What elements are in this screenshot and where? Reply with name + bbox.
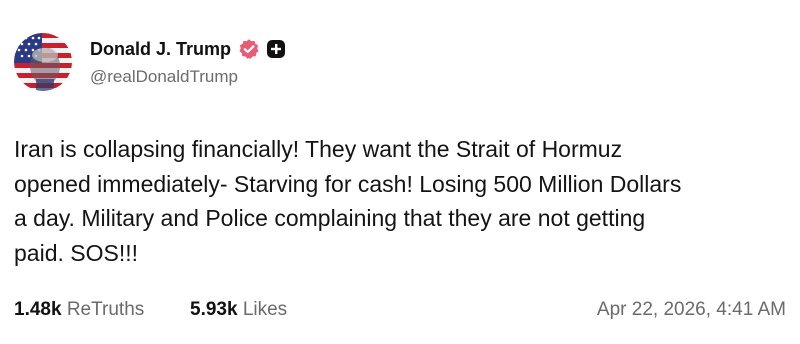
truth-post: Donald J. Trump @realDonaldTrump Iran is… [0, 0, 800, 344]
author-handle[interactable]: @realDonaldTrump [90, 67, 238, 87]
likes-stat[interactable]: 5.93k Likes [190, 299, 287, 321]
likes-count: 5.93k [190, 299, 238, 320]
author-name-row: Donald J. Trump [90, 37, 286, 61]
post-footer: 1.48k ReTruths 5.93k Likes Apr 22, 2026,… [14, 299, 786, 325]
likes-label: Likes [242, 299, 288, 320]
post-body-text: Iran is collapsing financially! They wan… [14, 136, 682, 266]
plus-square-icon[interactable] [266, 39, 286, 59]
author-display-name[interactable]: Donald J. Trump [90, 39, 231, 60]
flag-portrait-avatar-icon [14, 33, 72, 91]
author-avatar[interactable] [14, 33, 72, 91]
verified-badge-icon [238, 38, 260, 60]
post-timestamp[interactable]: Apr 22, 2026, 4:41 AM [597, 299, 786, 321]
retruths-stat[interactable]: 1.48k ReTruths [14, 299, 144, 321]
retruths-label: ReTruths [66, 299, 145, 320]
retruths-count: 1.48k [14, 299, 62, 320]
